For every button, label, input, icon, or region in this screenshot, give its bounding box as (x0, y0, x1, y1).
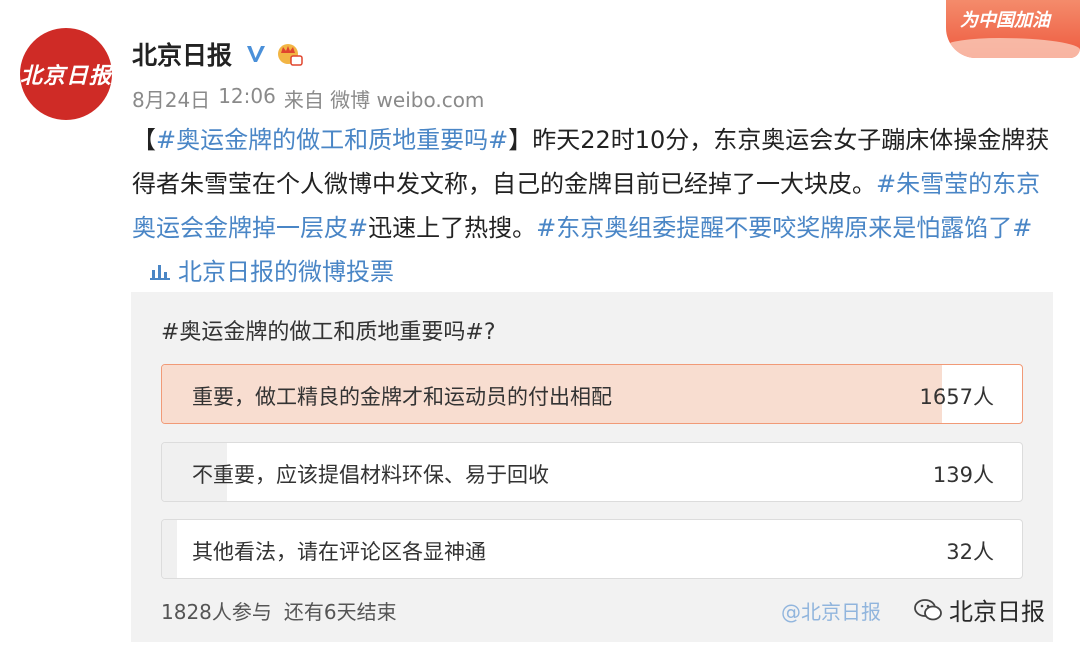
poll-option[interactable]: 不重要，应该提倡材料环保、易于回收 139人 (161, 442, 1023, 502)
poll-option-count: 139人 (932, 463, 994, 487)
author-header: 北京日报 (132, 36, 304, 72)
hashtag-link[interactable]: #奥运金牌的做工和质地重要吗# (156, 126, 508, 154)
poll-option-fill (162, 520, 178, 578)
poll-remaining: 还有6天结束 (283, 600, 397, 624)
vote-link-label: 北京日报的微博投票 (178, 258, 394, 286)
poll-option-label: 不重要，应该提倡材料环保、易于回收 (192, 463, 549, 487)
poll-option-label: 其他看法，请在评论区各显神通 (192, 540, 486, 564)
watermark-ghost-text: @北京日报 (781, 600, 881, 624)
poll-option-count: 1657人 (919, 385, 994, 409)
poll-option-count: 32人 (946, 540, 994, 564)
cheer-china-badge[interactable]: 为中国加油 (946, 0, 1080, 58)
post-body: 【#奥运金牌的做工和质地重要吗#】昨天22时10分，东京奥运会女子蹦床体操金牌获… (132, 118, 1052, 294)
wechat-icon (914, 598, 942, 620)
poll-option[interactable]: 重要，做工精良的金牌才和运动员的付出相配 1657人 (161, 364, 1023, 424)
vote-link[interactable]: 北京日报的微博投票 (150, 258, 394, 286)
poll-participants: 1828人参与 (161, 600, 272, 624)
avatar[interactable]: 北京日报 (20, 28, 112, 120)
watermark: @北京日报 北京日报 (781, 592, 1045, 627)
badge-wave-decoration (946, 38, 1080, 58)
poll-option-label: 重要，做工精良的金牌才和运动员的付出相配 (192, 385, 612, 409)
post-text-segment: 迅速上了热搜。 (368, 214, 537, 242)
post-time: 12:06 (218, 84, 276, 108)
bracket-open: 【 (132, 126, 156, 154)
cheer-badge-text: 为中国加油 (960, 10, 1050, 31)
watermark-text: 北京日报 (949, 598, 1045, 626)
avatar-logo-text: 北京日报 (20, 63, 113, 89)
poll-chart-icon (150, 265, 170, 280)
poll-question: #奥运金牌的做工和质地重要吗#? (161, 320, 496, 345)
bracket-close: 】 (508, 126, 533, 154)
post-source: 来自 微博 weibo.com (283, 88, 485, 112)
hashtag-link[interactable]: #东京奥组委提醒不要咬奖牌原来是怕露馅了# (536, 214, 1032, 242)
author-name[interactable]: 北京日报 (132, 36, 232, 72)
verified-icon (247, 46, 266, 62)
poll-option[interactable]: 其他看法，请在评论区各显神通 32人 (161, 519, 1023, 579)
poll-footer: 1828人参与 还有6天结束 (161, 596, 397, 625)
post-date[interactable]: 8月24日 (132, 84, 210, 113)
poll-card: #奥运金牌的做工和质地重要吗#? 重要，做工精良的金牌才和运动员的付出相配 16… (131, 292, 1053, 642)
crown-vip-icon[interactable] (274, 41, 304, 67)
post-meta: 8月24日 12:06 来自 微博 weibo.com (132, 84, 484, 113)
